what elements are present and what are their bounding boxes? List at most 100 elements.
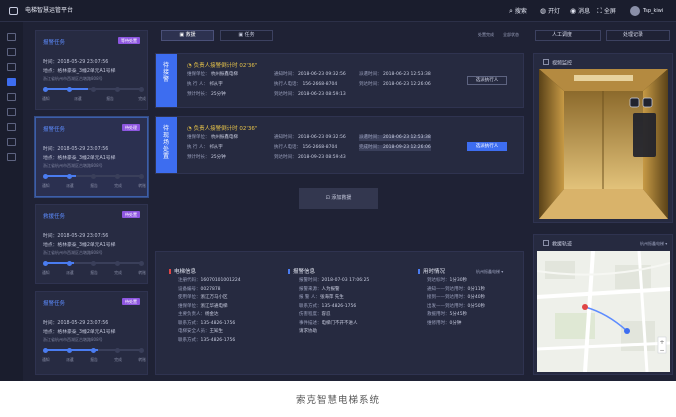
info-field: 到达时间： 2018-06-23 12:26:06 [359,82,431,87]
task-card[interactable]: 救援任务 待处置 时间：2018-05-29 23:07:56 地点：格林豪泰_… [35,204,148,284]
info-field: 执 行 人： 祁从宇 [187,145,223,150]
tab-rescue[interactable]: ▣ 救援 [161,30,214,41]
info-field: 执 行 人： 祁从宇 [187,82,223,87]
countdown-label: ◔ 负责人接警倒计时 02'36" [187,63,258,69]
progress-step-dot [114,260,120,266]
rescue-card[interactable]: 待现场处置 ◔ 负责人接警倒计时 02'36" 选派执行人 维保单位： 杭州振鑫… [155,116,524,174]
card-status-bar: 待接警 [156,54,177,107]
task-steps: 通知 派遣 报告 完成 转账 [42,183,146,189]
info-row: 接到——到达用时：0分40秒 [427,295,486,300]
zoom-out-icon[interactable]: − [659,347,664,354]
info-row: 注册代码：16070101001224 [178,278,241,283]
message-button[interactable]: ◉ 消息 [570,7,590,16]
task-time: 时间：2018-05-29 23:07:56 [43,60,109,65]
info-field: 派遣时间： 2018-06-23 12:53:38 [359,72,431,77]
task-place: 地点：格林豪泰_3幢2单元A1号梯 [43,156,116,161]
info-row: 救援用时：5分45秒 [427,312,468,317]
task-card[interactable]: 报警任务 待处置 时间：2018-05-29 23:07:56 地点：格林豪泰_… [35,291,148,375]
info-field: 派遣时间： 2018-06-23 12:53:38 [359,135,431,141]
add-rescue-button[interactable]: ⊡ 添加救援 [299,188,378,209]
progress-step-label: 派遣 [74,96,82,101]
time-filter[interactable]: 杭州振鑫电梯 ▾ [476,269,503,275]
progress-step-label: 通知 [42,357,50,362]
location-pin-icon[interactable] [624,328,630,334]
settings-icon[interactable] [7,93,16,101]
progress-step-label: 转账 [138,270,146,275]
top-bar: 电梯智慧运管平台 ⌕ 搜索 ◍ 开灯 ◉ 消息 ⛶ 全屏 Tsp_kiwi [0,0,676,22]
info-field: 预计时长： 25分钟 [187,92,226,97]
map-panel: 救援轨迹 杭州振鑫电梯 ▾ + − [533,234,673,375]
user-icon[interactable] [7,48,16,56]
info-panel: 电梯信息 注册代码：16070101001224 设备编号：0027878 使用单位… [155,251,524,375]
info-field: 到达时间： 2018-06-23 08:59:13 [274,92,346,97]
elevator-info: 注册代码：16070101001224 设备编号：0027878 使用单位：浙江万马… [178,277,241,345]
progress-step-dot [66,173,72,179]
map-panel-title: 救援轨迹 [543,240,572,248]
processing-log-button[interactable]: 处理记录 [606,30,670,41]
info-row: 联系方式：135-4826-1756 [178,320,236,326]
alarm-info-title: 报警信息 [288,267,315,275]
light-button[interactable]: ◍ 开灯 [540,7,560,16]
monitor-icon[interactable] [7,153,16,161]
info-row: 出发——到达用时：0分50秒 [427,303,486,309]
elevator-video[interactable] [539,69,668,219]
icon-rail [0,22,23,381]
info-field: 执行人电话： 156-2668-8704 [274,82,338,87]
task-title: 报警任务 [43,127,66,133]
task-progress [42,173,144,179]
task-card[interactable]: 报警任务 待处理 时间：2018-05-29 23:07:56 地点：格林豪泰_… [35,117,148,197]
user-name[interactable]: Tsp_kiwi [643,7,663,15]
map-filter[interactable]: 杭州振鑫电梯 ▾ [640,241,667,247]
info-field: 维保单位： 杭州振鑫电梯 [187,135,238,140]
video-panel-title: 视频监控 [543,59,572,67]
zoom-in-icon[interactable]: + [659,339,664,346]
task-title: 报警任务 [43,40,66,46]
task-progress [42,260,144,266]
lock-icon: ◍ [540,7,547,15]
status-badge: 待处置 [122,211,140,218]
home-icon[interactable] [7,33,16,41]
avatar[interactable] [630,6,640,16]
info-row: 事件描述：电梯门不开不进人 [299,320,358,326]
info-field: 完成时间： 2018-09-23 12:26:06 [359,145,431,151]
status-filter[interactable]: 处置完成 [478,32,494,38]
countdown-timer: 02'36" [239,63,258,69]
camera-icon[interactable] [629,97,640,108]
search-icon[interactable] [7,123,16,131]
app-screen: 电梯智慧运管平台 ⌕ 搜索 ◍ 开灯 ◉ 消息 ⛶ 全屏 Tsp_kiwi 报警任务 等… [0,0,676,381]
app-title: 电梯智慧运管平台 [25,7,74,14]
rescue-map[interactable]: + − [537,251,670,372]
rescue-card[interactable]: 待接警 ◔ 负责人接警倒计时 02'36" 选派执行人 维保单位： 杭州振鑫电梯… [155,53,524,108]
info-row: 联系方式：135-4826-1756 [299,303,357,309]
progress-step-label: 通知 [42,96,50,101]
info-field: 通知时间： 2018-06-23 09:32:56 [274,72,346,77]
chart-icon[interactable] [7,108,16,116]
task-time: 时间：2018-05-29 23:07:56 [43,234,109,239]
video-control-menu[interactable] [633,113,656,157]
task-progress [42,347,144,353]
manual-dispatch-button[interactable]: 人工调度 [535,30,601,41]
task-place: 地点：格林豪泰_3幢2单元A1号梯 [43,243,116,248]
fullscreen-icon[interactable] [642,97,653,108]
info-field: 通知时间： 2018-06-23 09:32:56 [274,135,346,140]
search-button[interactable]: ⌕ 搜索 [509,7,527,16]
assign-executor-button[interactable]: 选派执行人 [467,76,507,85]
task-place: 地点：格林豪泰_3幢2单元A1号梯 [43,69,116,74]
info-row: 报警来源：人为报警 [299,286,340,292]
elevator-info-title: 电梯信息 [169,267,196,275]
all-status-filter[interactable]: 全部状态 [503,32,519,38]
calendar-icon[interactable] [7,138,16,146]
progress-step-label: 转账 [138,183,146,188]
task-card[interactable]: 报警任务 等待处置 时间：2018-05-29 23:07:56 地点：格林豪泰… [35,30,148,110]
progress-step-dot [138,347,144,353]
tab-task[interactable]: ▣ 任务 [220,30,273,41]
rescue-icon[interactable] [7,78,16,86]
task-title: 报警任务 [43,301,66,307]
location-pin-icon[interactable] [582,304,588,310]
info-row: 通知——到达用时：0分11秒 [427,286,486,292]
info-row: 联系方式：135-4826-1756 [178,337,236,343]
fullscreen-button[interactable]: ⛶ 全屏 [597,7,616,16]
assign-executor-button[interactable]: 选派执行人 [467,142,507,151]
document-icon[interactable] [7,63,16,71]
info-row: 请求协助 [299,329,317,334]
